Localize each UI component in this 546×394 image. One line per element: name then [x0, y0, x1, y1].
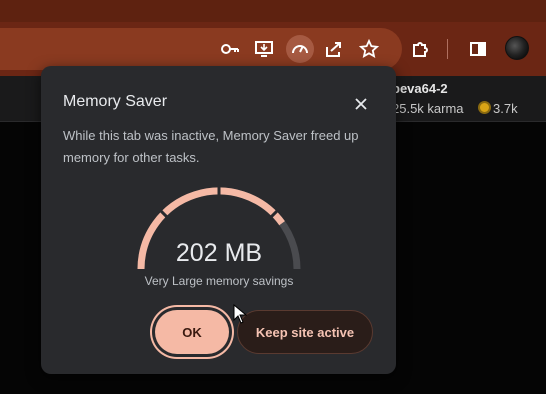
tab-strip — [0, 0, 546, 24]
gauge-value: 202 MB — [175, 239, 263, 267]
install-app-icon[interactable] — [250, 35, 278, 63]
keep-site-active-button[interactable]: Keep site active — [237, 310, 373, 354]
toolbar-separator — [447, 39, 448, 59]
username-label[interactable]: peva64-2 — [392, 81, 448, 96]
bookmark-star-icon[interactable] — [355, 35, 383, 63]
share-icon[interactable] — [320, 35, 348, 63]
mouse-cursor-icon — [233, 304, 247, 324]
coin-count: 3.7k — [493, 101, 518, 116]
karma-label: 25.5k karma — [392, 101, 464, 116]
close-icon — [355, 98, 367, 110]
profile-avatar[interactable] — [505, 36, 529, 60]
close-button[interactable] — [350, 93, 372, 115]
dialog-description: While this tab was inactive, Memory Save… — [63, 128, 359, 165]
ok-button[interactable]: OK — [155, 310, 229, 354]
coin-icon — [478, 101, 491, 114]
dialog-title: Memory Saver — [63, 93, 168, 110]
memory-saver-icon[interactable] — [286, 35, 314, 63]
side-panel-icon[interactable] — [464, 35, 492, 63]
gauge-label: Very Large memory savings — [144, 274, 294, 288]
memory-saver-dialog: Memory Saver While this tab was inactive… — [41, 66, 396, 374]
key-icon[interactable] — [216, 35, 244, 63]
extensions-icon[interactable] — [406, 35, 434, 63]
